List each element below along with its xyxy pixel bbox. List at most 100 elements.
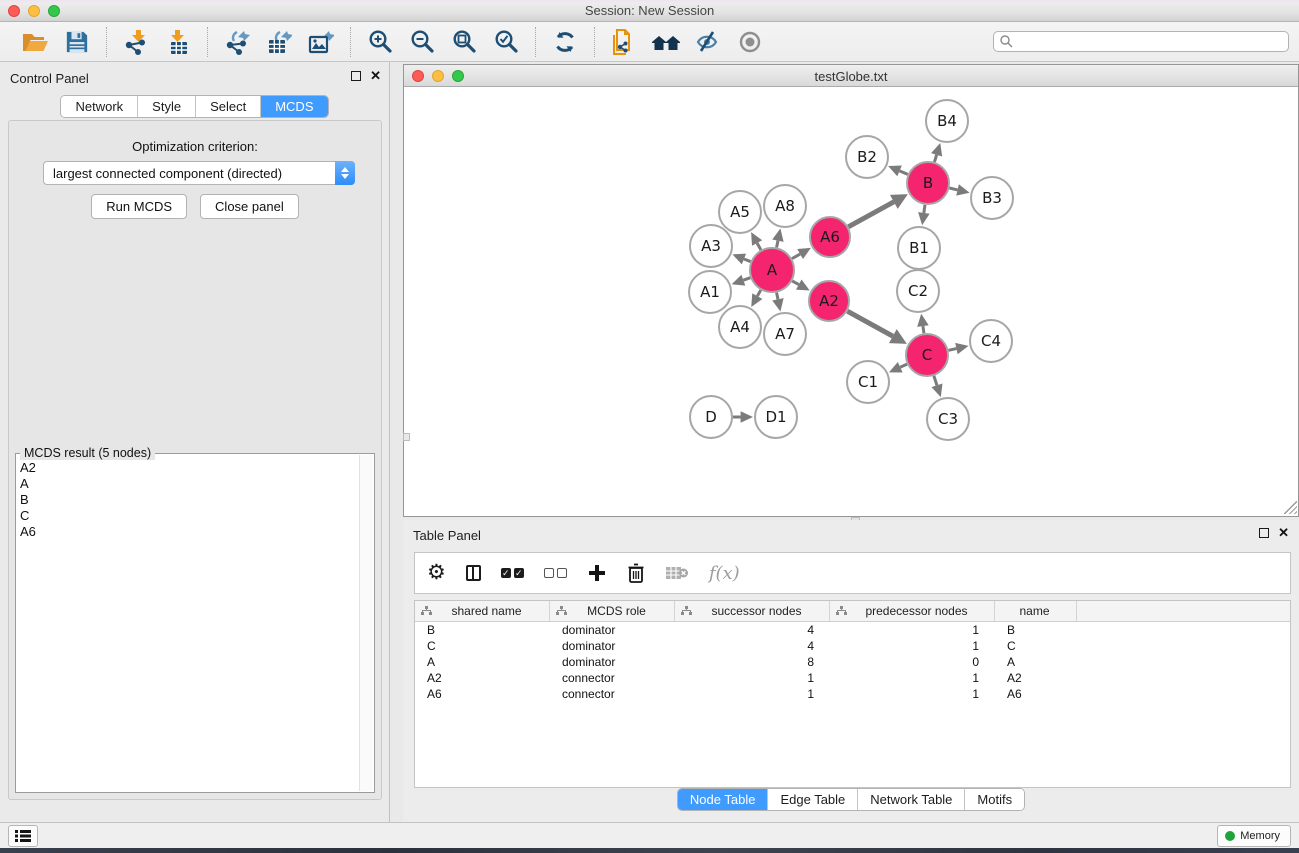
deselect-all-button[interactable] bbox=[544, 560, 567, 586]
close-panel-icon[interactable]: ✕ bbox=[370, 71, 381, 81]
table-cell[interactable]: 1 bbox=[830, 686, 995, 702]
table-cell[interactable]: dominator bbox=[550, 638, 675, 654]
table-cell[interactable]: dominator bbox=[550, 622, 675, 638]
float-panel-icon[interactable] bbox=[351, 71, 361, 81]
zoom-fit-button[interactable] bbox=[448, 26, 480, 58]
close-panel-button[interactable]: Close panel bbox=[200, 194, 299, 219]
refresh-button[interactable] bbox=[549, 26, 581, 58]
table-cell[interactable]: C bbox=[415, 638, 550, 654]
export-image-button[interactable] bbox=[305, 26, 337, 58]
zoom-out-button[interactable] bbox=[406, 26, 438, 58]
import-table-button[interactable] bbox=[162, 26, 194, 58]
export-network-button[interactable] bbox=[221, 26, 253, 58]
mcds-result-item[interactable]: B bbox=[20, 492, 358, 508]
network-document-button[interactable] bbox=[608, 26, 640, 58]
graph-edge-A-A6[interactable] bbox=[792, 254, 800, 259]
left-splitter-handle[interactable] bbox=[403, 433, 410, 441]
table-cell[interactable]: B bbox=[995, 622, 1077, 638]
table-settings-button[interactable]: ⚙ bbox=[427, 560, 446, 586]
table-cell[interactable]: 1 bbox=[675, 686, 830, 702]
export-table-button[interactable] bbox=[263, 26, 295, 58]
criterion-dropdown[interactable]: largest connected component (directed) bbox=[43, 161, 355, 185]
graph-edge-A-A5[interactable] bbox=[757, 243, 761, 250]
graph-edge-A-A7[interactable] bbox=[777, 293, 778, 300]
graph-edge-B-B4[interactable] bbox=[934, 155, 936, 162]
zoom-in-button[interactable] bbox=[364, 26, 396, 58]
memory-button[interactable]: Memory bbox=[1217, 825, 1291, 847]
mcds-result-item[interactable]: A2 bbox=[20, 460, 358, 476]
table-cell[interactable]: 1 bbox=[830, 622, 995, 638]
graph-edge-A-A1[interactable] bbox=[743, 278, 750, 280]
graph-edge-C-C3[interactable] bbox=[934, 376, 937, 385]
tab-network-table[interactable]: Network Table bbox=[858, 789, 965, 810]
graph-edge-C-C4[interactable] bbox=[948, 349, 956, 351]
table-cell[interactable]: 4 bbox=[675, 638, 830, 654]
tab-motifs[interactable]: Motifs bbox=[965, 789, 1024, 810]
search-input[interactable] bbox=[993, 31, 1289, 52]
table-row[interactable]: Adominator80A bbox=[415, 654, 1290, 670]
table-cell[interactable]: 4 bbox=[675, 622, 830, 638]
network-canvas[interactable]: AA1A2A3A4A5A6A7A8BB1B2B3B4CC1C2C3C4DD1 bbox=[404, 87, 1298, 515]
graph-edge-B-B3[interactable] bbox=[949, 188, 957, 190]
table-cell[interactable]: connector bbox=[550, 686, 675, 702]
mcds-result-item[interactable]: A bbox=[20, 476, 358, 492]
tab-mcds[interactable]: MCDS bbox=[261, 96, 327, 117]
column-header-mcds-role[interactable]: MCDS role bbox=[550, 601, 675, 621]
table-cell[interactable]: A2 bbox=[415, 670, 550, 686]
run-mcds-button[interactable]: Run MCDS bbox=[91, 194, 187, 219]
zoom-selected-button[interactable] bbox=[490, 26, 522, 58]
import-network-button[interactable] bbox=[120, 26, 152, 58]
graph-edge-A-A3[interactable] bbox=[744, 259, 751, 262]
table-cell[interactable]: A bbox=[415, 654, 550, 670]
table-cell[interactable]: A2 bbox=[995, 670, 1077, 686]
show-graphics-details-button[interactable] bbox=[734, 26, 766, 58]
tab-style[interactable]: Style bbox=[138, 96, 196, 117]
table-row[interactable]: A2connector11A2 bbox=[415, 670, 1290, 686]
home-button[interactable] bbox=[650, 26, 682, 58]
column-header-successor-nodes[interactable]: successor nodes bbox=[675, 601, 830, 621]
tab-select[interactable]: Select bbox=[196, 96, 261, 117]
tab-node-table[interactable]: Node Table bbox=[678, 789, 769, 810]
column-header-predecessor-nodes[interactable]: predecessor nodes bbox=[830, 601, 995, 621]
delete-rows-button[interactable] bbox=[627, 560, 645, 586]
table-cell[interactable]: 8 bbox=[675, 654, 830, 670]
show-columns-button[interactable] bbox=[466, 560, 481, 586]
column-header-name[interactable]: name bbox=[995, 601, 1077, 621]
table-cell[interactable]: B bbox=[415, 622, 550, 638]
graph-edge-A2-C[interactable] bbox=[847, 311, 892, 336]
graph-edge-A6-B[interactable] bbox=[848, 202, 893, 227]
table-cell[interactable]: dominator bbox=[550, 654, 675, 670]
mcds-result-item[interactable]: A6 bbox=[20, 524, 358, 540]
graph-edge-A-A8[interactable] bbox=[777, 241, 778, 248]
graph-edge-A-A2[interactable] bbox=[792, 281, 799, 285]
table-cell[interactable]: 1 bbox=[830, 638, 995, 654]
tab-network[interactable]: Network bbox=[61, 96, 138, 117]
open-session-button[interactable] bbox=[19, 26, 51, 58]
hide-graphics-details-button[interactable] bbox=[692, 26, 724, 58]
table-cell[interactable]: C bbox=[995, 638, 1077, 654]
table-cell[interactable]: 1 bbox=[830, 670, 995, 686]
save-session-button[interactable] bbox=[61, 26, 93, 58]
tab-edge-table[interactable]: Edge Table bbox=[768, 789, 858, 810]
float-table-panel-icon[interactable] bbox=[1259, 528, 1269, 538]
graph-edge-C-C1[interactable] bbox=[900, 364, 907, 367]
mcds-result-item[interactable]: C bbox=[20, 508, 358, 524]
graph-edge-A-A4[interactable] bbox=[757, 290, 760, 296]
table-cell[interactable]: connector bbox=[550, 670, 675, 686]
add-button[interactable] bbox=[587, 560, 607, 586]
select-all-button[interactable]: ✓✓ bbox=[501, 560, 524, 586]
column-header-shared-name[interactable]: shared name bbox=[415, 601, 550, 621]
table-cell[interactable]: 0 bbox=[830, 654, 995, 670]
result-scrollbar[interactable] bbox=[359, 455, 373, 791]
table-cell[interactable]: A bbox=[995, 654, 1077, 670]
close-table-panel-icon[interactable]: ✕ bbox=[1278, 528, 1289, 538]
table-row[interactable]: A6connector11A6 bbox=[415, 686, 1290, 702]
graph-edge-B-B1[interactable] bbox=[924, 205, 925, 213]
graph-edge-C-C2[interactable] bbox=[923, 326, 924, 333]
table-cell[interactable]: 1 bbox=[675, 670, 830, 686]
graph-edge-B-B2[interactable] bbox=[900, 171, 908, 174]
task-history-button[interactable] bbox=[8, 825, 38, 847]
window-resize-grip[interactable] bbox=[1284, 501, 1297, 514]
table-row[interactable]: Cdominator41C bbox=[415, 638, 1290, 654]
table-row[interactable]: Bdominator41B bbox=[415, 622, 1290, 638]
